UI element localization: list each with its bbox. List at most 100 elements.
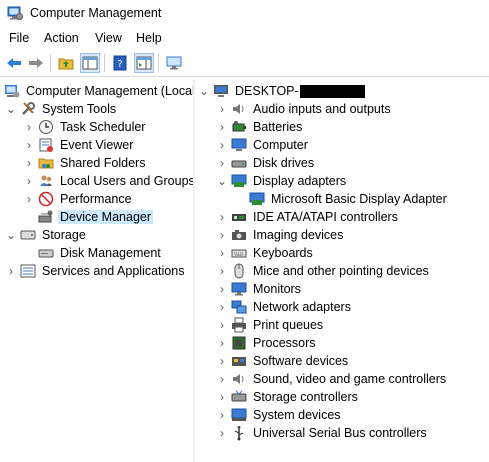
device-category-mice[interactable]: › Mice and other pointing devices xyxy=(217,262,431,280)
chevron-right-icon[interactable]: › xyxy=(217,136,227,154)
chevron-right-icon[interactable]: › xyxy=(217,424,227,442)
device-category-label: Monitors xyxy=(253,282,301,296)
chevron-right-icon[interactable]: › xyxy=(217,244,227,262)
chevron-right-icon[interactable]: › xyxy=(217,370,227,388)
chevron-right-icon[interactable]: › xyxy=(217,334,227,352)
computer-icon xyxy=(231,138,247,151)
back-arrow-icon[interactable] xyxy=(4,53,24,73)
device-category-print-queues[interactable]: › Print queues xyxy=(217,316,325,334)
action-pane-icon[interactable] xyxy=(134,53,154,73)
chevron-right-icon[interactable]: › xyxy=(217,298,227,316)
chevron-right-icon[interactable]: › xyxy=(24,154,34,172)
chevron-right-icon[interactable]: › xyxy=(217,388,227,406)
device-category-label: Keyboards xyxy=(253,246,313,260)
performance-icon xyxy=(38,191,54,207)
mouse-icon xyxy=(234,263,244,279)
chevron-right-icon[interactable]: › xyxy=(217,262,227,280)
monitor-icon xyxy=(231,282,247,296)
tree-item-computer-management[interactable]: Computer Management (Local xyxy=(2,82,193,100)
chevron-right-icon[interactable]: › xyxy=(217,352,227,370)
title-bar: Computer Management xyxy=(0,0,489,28)
navigation-tree: Computer Management (Local ⌄ System Tool… xyxy=(0,80,194,462)
monitor-icon[interactable] xyxy=(164,53,184,73)
tree-item-system-tools[interactable]: ⌄ System Tools xyxy=(6,100,118,118)
tree-item-services[interactable]: › Services and Applications xyxy=(6,262,186,280)
chevron-right-icon[interactable]: › xyxy=(217,280,227,298)
device-category-imaging[interactable]: › Imaging devices xyxy=(217,226,345,244)
chevron-right-icon[interactable]: › xyxy=(217,100,227,118)
tree-item-performance[interactable]: › Performance xyxy=(24,190,134,208)
device-category-system-devices[interactable]: › System devices xyxy=(217,406,343,424)
menu-view[interactable]: View xyxy=(95,31,122,45)
device-category-batteries[interactable]: › Batteries xyxy=(217,118,304,136)
disk-icon xyxy=(38,249,54,258)
chevron-right-icon[interactable]: › xyxy=(217,118,227,136)
device-category-label: Disk drives xyxy=(253,156,315,170)
device-category-label: Software devices xyxy=(253,354,349,368)
device-category-label: Print queues xyxy=(253,318,324,332)
device-category-ide[interactable]: › IDE ATA/ATAPI controllers xyxy=(217,208,400,226)
device-category-keyboards[interactable]: › Keyboards xyxy=(217,244,315,262)
device-category-processors[interactable]: › Processors xyxy=(217,334,318,352)
device-category-sound[interactable]: › Sound, video and game controllers xyxy=(217,370,448,388)
device-category-monitors[interactable]: › Monitors xyxy=(217,280,303,298)
chevron-right-icon[interactable]: › xyxy=(24,136,34,154)
device-category-software[interactable]: › Software devices xyxy=(217,352,350,370)
up-folder-icon[interactable] xyxy=(56,53,76,73)
chevron-right-icon[interactable]: › xyxy=(217,406,227,424)
processor-icon xyxy=(232,336,246,350)
tree-item-storage[interactable]: ⌄ Storage xyxy=(6,226,88,244)
device-category-audio[interactable]: › Audio inputs and outputs xyxy=(217,100,393,118)
tree-item-device-manager[interactable]: Device Manager xyxy=(24,208,154,226)
forward-arrow-icon[interactable] xyxy=(26,53,46,73)
chevron-right-icon[interactable]: › xyxy=(217,208,227,226)
device-category-disk-drives[interactable]: › Disk drives xyxy=(217,154,316,172)
device-category-storage-controllers[interactable]: › Storage controllers xyxy=(217,388,360,406)
chevron-down-icon[interactable]: ⌄ xyxy=(217,172,227,190)
show-hide-tree-icon[interactable] xyxy=(80,53,100,73)
chevron-down-icon[interactable]: ⌄ xyxy=(199,82,209,100)
services-icon xyxy=(20,264,36,278)
printer-icon xyxy=(232,317,246,333)
tree-label: Disk Management xyxy=(60,246,161,260)
tree-item-disk-management[interactable]: Disk Management xyxy=(24,244,163,262)
tree-label: Performance xyxy=(60,192,132,206)
chevron-right-icon[interactable]: › xyxy=(6,262,16,280)
software-device-icon xyxy=(232,357,246,366)
device-category-network[interactable]: › Network adapters xyxy=(217,298,353,316)
display-adapter-icon xyxy=(249,192,265,205)
tree-label: Shared Folders xyxy=(60,156,146,170)
device-category-display-adapters[interactable]: ⌄ Display adapters xyxy=(217,172,348,190)
tree-item-task-scheduler[interactable]: › Task Scheduler xyxy=(24,118,147,136)
tree-label: System Tools xyxy=(42,102,117,116)
menu-help[interactable]: Help xyxy=(136,31,162,45)
device-category-usb[interactable]: › Universal Serial Bus controllers xyxy=(217,424,429,442)
chevron-right-icon[interactable]: › xyxy=(217,226,227,244)
menu-action[interactable]: Action xyxy=(44,31,79,45)
shared-folder-icon xyxy=(38,158,54,169)
computer-icon xyxy=(214,85,228,97)
chevron-right-icon[interactable]: › xyxy=(24,190,34,208)
keyboard-icon xyxy=(231,249,247,258)
chevron-right-icon[interactable]: › xyxy=(24,172,34,190)
chevron-right-icon[interactable]: › xyxy=(24,118,34,136)
speaker-icon xyxy=(233,374,244,384)
chevron-down-icon[interactable]: ⌄ xyxy=(6,226,16,244)
chevron-right-icon[interactable]: › xyxy=(217,154,227,172)
chevron-down-icon[interactable]: ⌄ xyxy=(6,100,16,118)
help-icon[interactable]: ? xyxy=(110,53,130,73)
battery-icon xyxy=(232,121,246,132)
tree-label: Device Manager xyxy=(58,210,154,224)
display-adapter-icon xyxy=(231,174,247,187)
device-category-label: Audio inputs and outputs xyxy=(253,102,391,116)
device-root[interactable]: ⌄ DESKTOP- xyxy=(199,82,367,100)
device-item-basic-display-adapter[interactable]: Microsoft Basic Display Adapter xyxy=(235,190,449,208)
storage-icon xyxy=(20,230,36,240)
chevron-right-icon[interactable]: › xyxy=(217,316,227,334)
device-category-computer[interactable]: › Computer xyxy=(217,136,310,154)
tree-label: Task Scheduler xyxy=(60,120,146,134)
tree-item-local-users[interactable]: › Local Users and Groups xyxy=(24,172,193,190)
menu-file[interactable]: File xyxy=(9,31,29,45)
tree-item-shared-folders[interactable]: › Shared Folders xyxy=(24,154,147,172)
tree-item-event-viewer[interactable]: › Event Viewer xyxy=(24,136,135,154)
